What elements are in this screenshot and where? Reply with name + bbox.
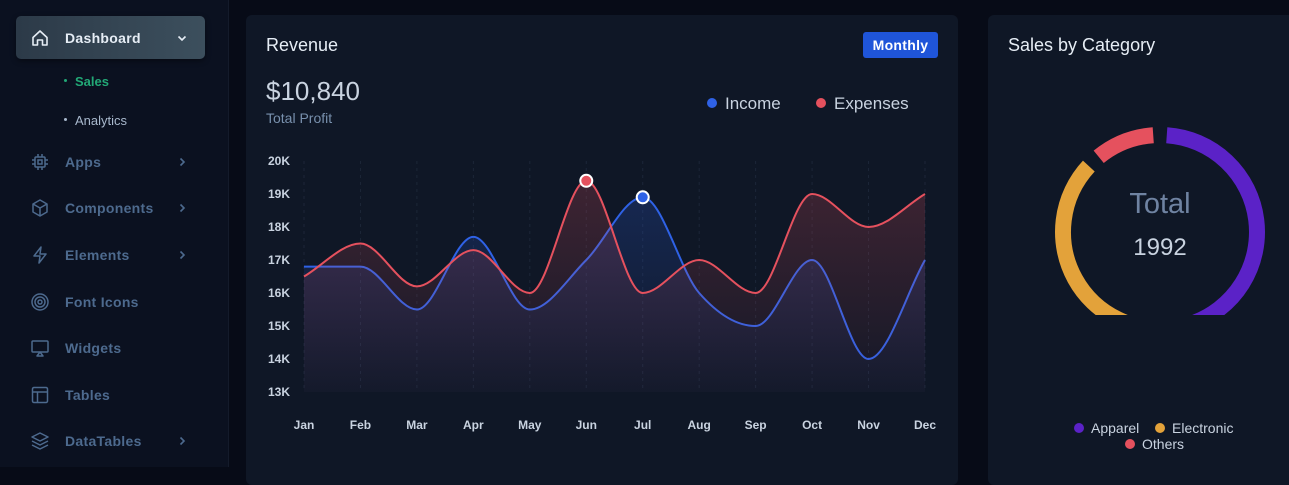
sidebar-item-label: Tables — [65, 387, 111, 403]
sidebar-item-label: Widgets — [65, 340, 122, 356]
legend-label: Apparel — [1091, 420, 1140, 436]
chevron-right-icon — [176, 202, 188, 214]
screen-icon — [30, 338, 50, 358]
y-tick-label: 13K — [268, 385, 290, 399]
donut-slice-others — [1093, 127, 1155, 164]
donut-slice-apparel — [1166, 127, 1265, 315]
x-tick-label: Jun — [576, 418, 597, 432]
sidebar-item-label: DataTables — [65, 433, 142, 449]
sidebar-item-label: Components — [65, 200, 154, 216]
legend-electronic[interactable]: Electronic — [1155, 420, 1233, 436]
sidebar-item-components[interactable]: Components — [16, 188, 205, 228]
y-tick-label: 15K — [268, 319, 290, 333]
sidebar-item-label: Font Icons — [65, 294, 139, 310]
x-tick-label: Dec — [914, 418, 936, 432]
sidebar-item-datatables[interactable]: DataTables — [16, 421, 205, 461]
sidebar-item-widgets[interactable]: Widgets — [16, 328, 205, 368]
legend-dot-icon — [1155, 423, 1165, 434]
y-tick-label: 18K — [268, 220, 290, 234]
bullet-icon — [64, 118, 67, 122]
x-tick-label: Jul — [634, 418, 651, 432]
legend-dot-icon — [1125, 439, 1135, 450]
expenses-marker — [579, 173, 594, 188]
y-tick-label: 19K — [268, 187, 290, 201]
legend-apparel[interactable]: Apparel — [1074, 420, 1139, 436]
sales-by-category-card: Sales by Category Total 1992 Apparel Ele… — [988, 15, 1289, 485]
layers-icon — [30, 431, 50, 451]
y-tick-label: 20K — [268, 154, 290, 168]
revenue-card: Revenue Monthly $10,840 Total Profit Inc… — [246, 15, 958, 485]
sidebar-item-label: Apps — [65, 154, 102, 170]
x-tick-label: Mar — [406, 418, 428, 432]
donut-center-value: 1992 — [1133, 234, 1186, 261]
expenses-area — [304, 180, 925, 392]
y-tick-label: 17K — [268, 253, 290, 267]
subitem-label: Sales — [75, 74, 109, 89]
legend-dot-icon — [1074, 423, 1084, 434]
legend-label: Electronic — [1172, 420, 1234, 436]
lightning-icon — [30, 245, 50, 265]
chevron-down-icon[interactable] — [176, 32, 188, 44]
x-tick-label: Apr — [463, 418, 484, 432]
sidebar-subitem-sales[interactable]: Sales — [64, 74, 109, 89]
x-tick-label: Feb — [350, 418, 371, 432]
x-tick-label: Nov — [857, 418, 880, 432]
x-tick-label: Aug — [688, 418, 711, 432]
x-tick-label: May — [518, 418, 542, 432]
chevron-right-icon — [176, 249, 188, 261]
sidebar-item-label: Elements — [65, 247, 130, 263]
legend-others[interactable]: Others — [1125, 436, 1184, 452]
sidebar-item-font-icons[interactable]: Font Icons — [16, 282, 205, 322]
sidebar-item-apps[interactable]: Apps — [16, 142, 205, 182]
table-icon — [30, 385, 50, 405]
revenue-chart: 20K 19K 18K 17K 16K 15K 14K 13K Jan Feb Mar Apr May J… — [268, 154, 936, 432]
cube-icon — [30, 198, 50, 218]
chevron-right-icon — [176, 435, 188, 447]
sidebar-item-label: Dashboard — [65, 29, 141, 46]
sidebar-item-elements[interactable]: Elements — [16, 235, 205, 275]
category-donut-chart: Total 1992 — [1055, 127, 1265, 315]
legend-label: Others — [1142, 436, 1185, 452]
donut-center-label: Total — [1129, 188, 1190, 220]
x-tick-label: Oct — [802, 418, 822, 432]
x-tick-label: Jan — [294, 418, 315, 432]
bullet-icon — [64, 79, 67, 83]
y-tick-label: 16K — [268, 286, 290, 300]
x-tick-label: Sep — [745, 418, 767, 432]
subitem-label: Analytics — [75, 113, 128, 128]
home-icon — [30, 28, 50, 48]
target-icon — [30, 292, 50, 312]
income-marker — [635, 190, 650, 205]
y-tick-label: 14K — [268, 352, 290, 366]
cpu-chip-icon — [30, 152, 50, 172]
sidebar: Dashboard Sales Analytics Apps Component… — [0, 0, 229, 467]
sidebar-subitem-analytics[interactable]: Analytics — [64, 113, 127, 128]
chevron-right-icon — [176, 156, 188, 168]
sidebar-item-tables[interactable]: Tables — [16, 375, 205, 415]
sidebar-item-dashboard[interactable]: Dashboard — [16, 16, 205, 59]
